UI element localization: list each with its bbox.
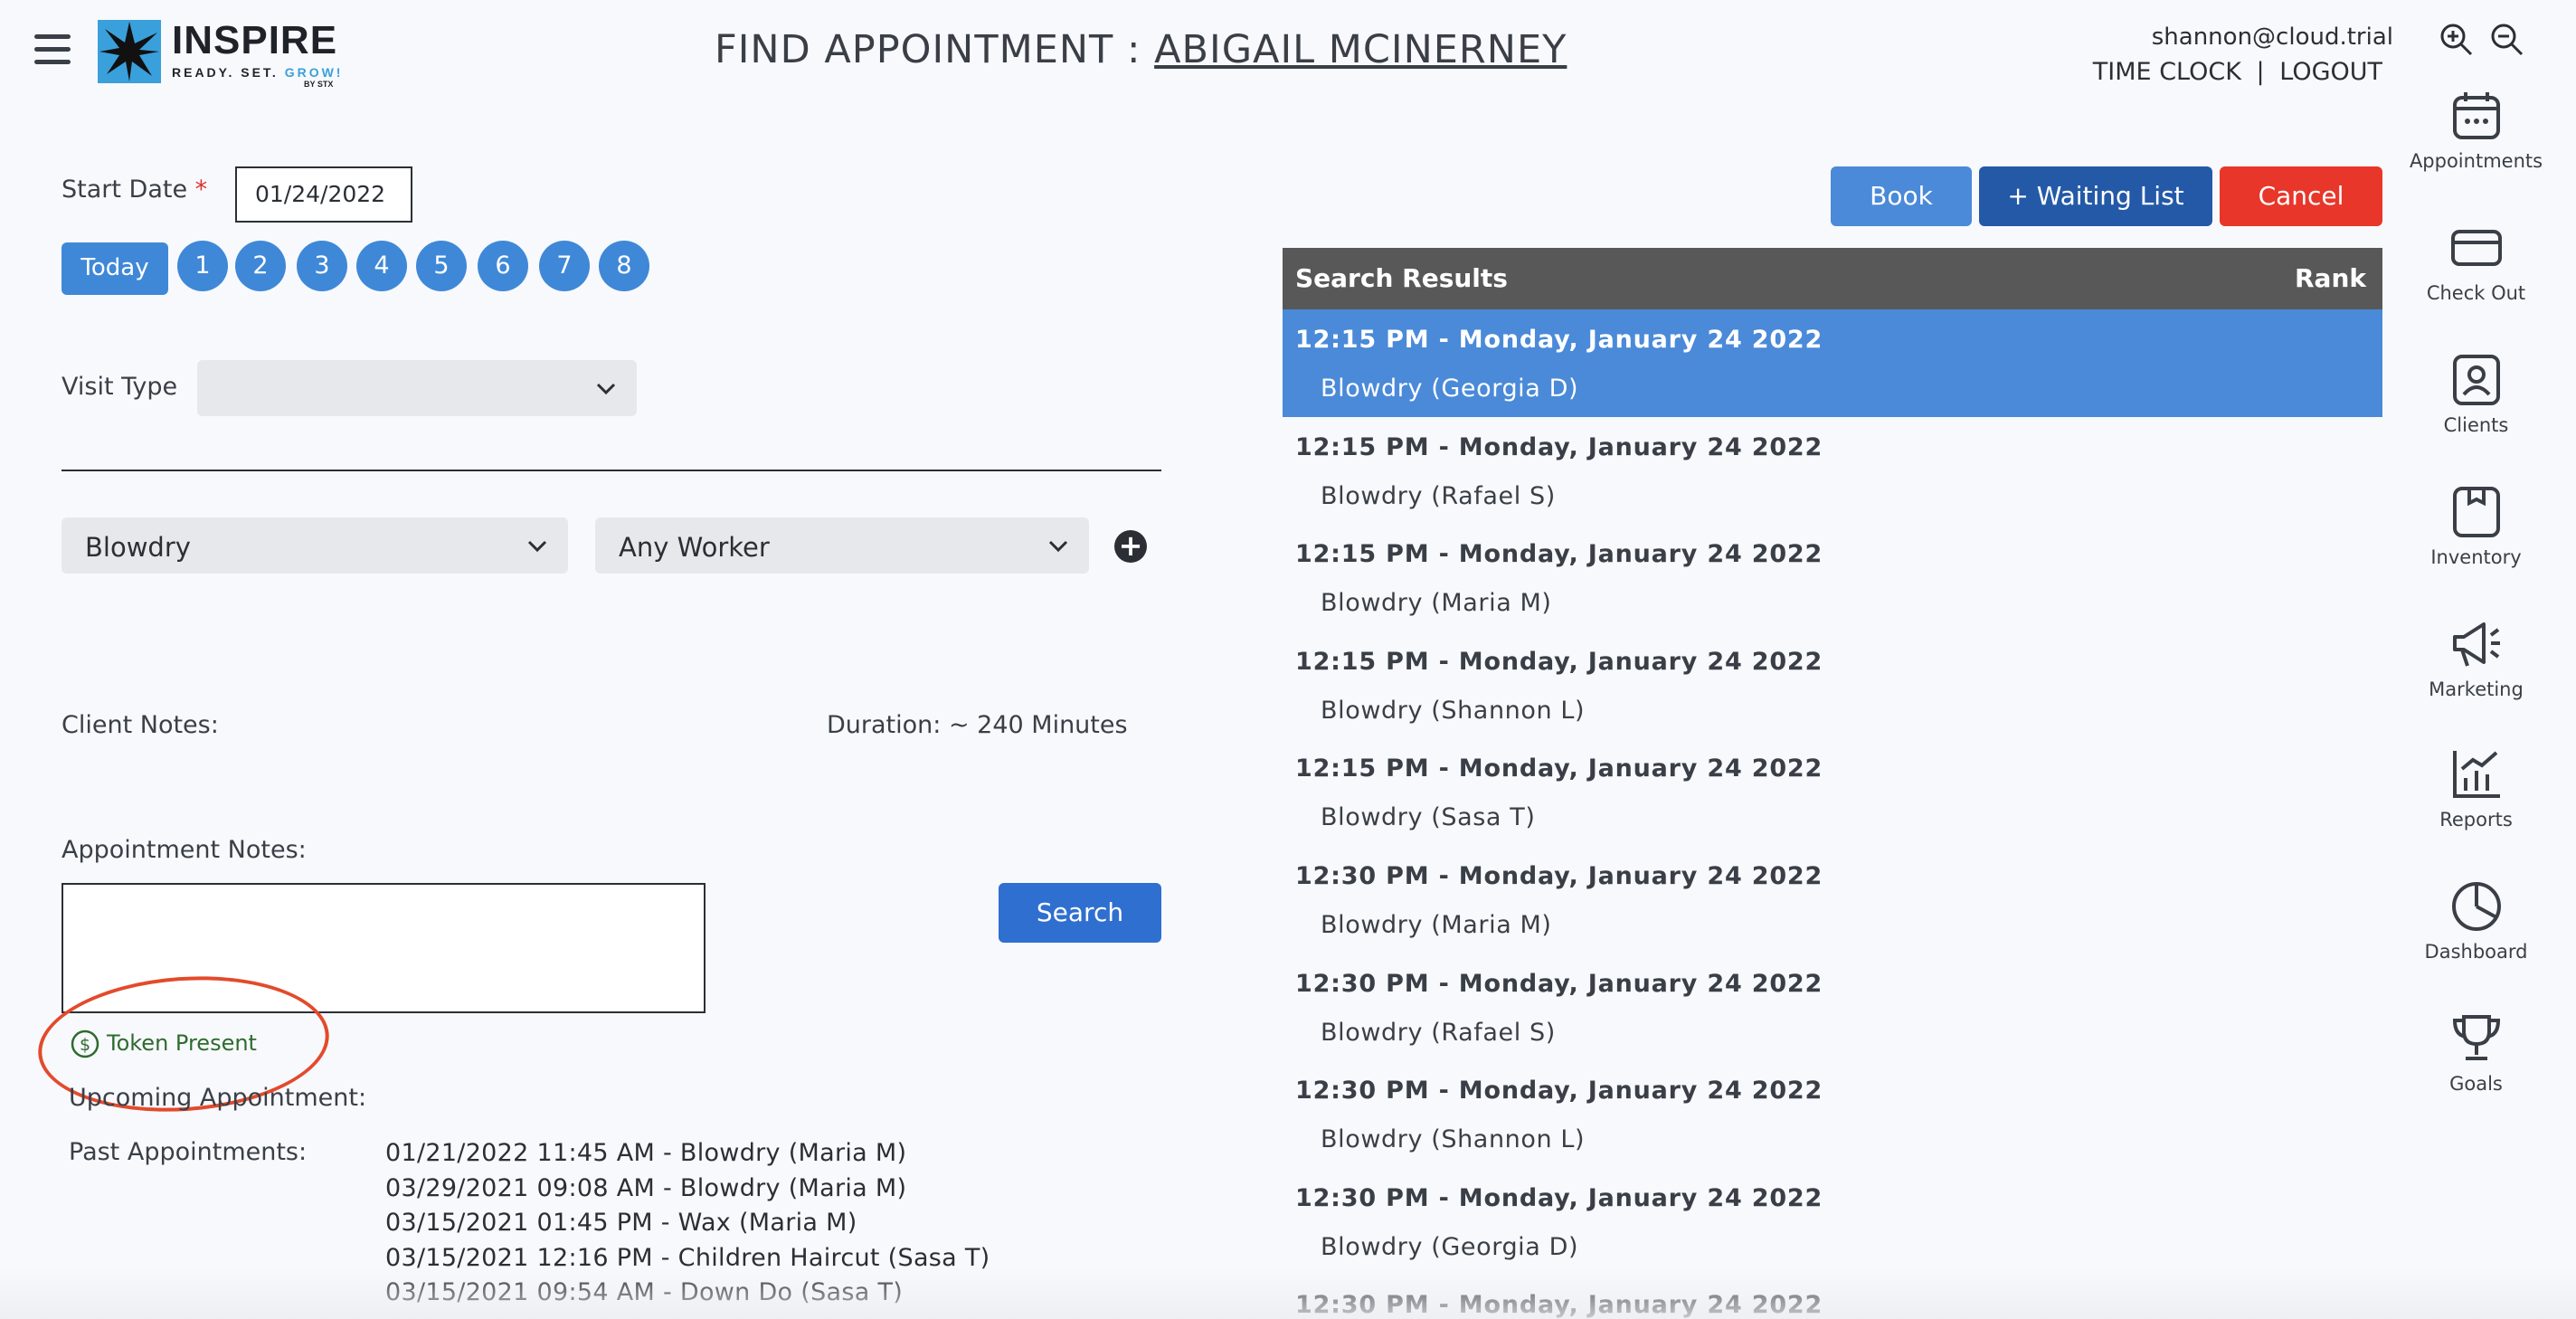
nav-label: Marketing [2429,678,2524,700]
results-title: Search Results [1295,263,1508,293]
time-clock-link[interactable]: TIME CLOCK [2093,58,2241,86]
results-list: 12:15 PM - Monday, January 24 2022 Blowdr… [1283,309,2382,1319]
client-icon [2452,355,2500,405]
pie-icon [2451,882,2501,931]
result-row[interactable]: 12:15 PM - Monday, January 24 2022 Blowdr… [1283,631,2382,739]
box-icon [2452,487,2500,537]
result-row[interactable]: 12:30 PM - Monday, January 24 2022 Blowdr… [1283,1168,2382,1276]
start-date-input[interactable]: 01/24/2022 [235,166,412,223]
nav-label: Goals [2449,1073,2503,1095]
nav-clients[interactable]: Clients [2406,353,2546,436]
header-links: TIME CLOCK | LOGOUT [2093,58,2382,86]
card-icon [2450,230,2502,266]
nav-check-out[interactable]: Check Out [2406,221,2546,304]
divider [62,470,1161,471]
client-name-link[interactable]: ABIGAIL MCINERNEY [1154,27,1567,72]
waiting-list-button[interactable]: + Waiting List [1979,166,2212,226]
results-header: Search Results Rank [1283,248,2382,309]
list-item: 03/29/2021 09:08 AM - Blowdry (Maria M) [385,1173,907,1202]
client-notes-label: Client Notes: [62,711,219,739]
nav-label: Inventory [2430,546,2522,568]
result-row[interactable]: 12:30 PM - Monday, January 24 2022 [1283,1275,2382,1319]
visit-type-label: Visit Type [62,373,178,401]
worker-value: Any Worker [619,532,770,563]
result-row[interactable]: 12:30 PM - Monday, January 24 2022 Blowdr… [1283,1060,2382,1168]
service-value: Blowdry [85,532,191,563]
nav-appointments[interactable]: Appointments [2406,89,2546,172]
trophy-icon [2452,1015,2500,1060]
nav-goals[interactable]: Goals [2406,1011,2546,1095]
result-row[interactable]: 12:15 PM - Monday, January 24 2022 Blowdr… [1283,738,2382,846]
logo-star-icon [98,20,161,83]
megaphone-icon [2452,622,2500,667]
list-item: 01/21/2022 11:45 AM - Blowdry (Maria M) [385,1139,907,1167]
chart-icon [2452,751,2500,798]
chevron-down-icon [527,540,547,553]
result-row[interactable]: 12:15 PM - Monday, January 24 2022 Blowdr… [1283,417,2382,525]
link-separator: | [2256,58,2265,86]
start-date-label: Start Date * [62,176,208,204]
service-select[interactable]: Blowdry [62,517,568,574]
day-button-1[interactable]: 1 [177,241,228,291]
page-title: FIND APPOINTMENT : ABIGAIL MCINERNEY [715,27,1567,72]
worker-select[interactable]: Any Worker [595,517,1089,574]
result-row[interactable]: 12:30 PM - Monday, January 24 2022 Blowdr… [1283,846,2382,954]
user-email: shannon@cloud.trial [2151,24,2393,51]
zoom-out-icon[interactable] [2489,22,2525,58]
add-service-button[interactable]: + [1114,530,1147,563]
day-button-3[interactable]: 3 [297,241,347,291]
duration-text: Duration: ~ 240 Minutes [827,711,1128,739]
logo-by: BY STX [304,80,334,89]
day-button-2[interactable]: 2 [235,241,286,291]
nav-label: Check Out [2426,282,2526,304]
upcoming-appointment-label: Upcoming Appointment: [69,1084,367,1112]
logo-name: INSPIRE [172,18,338,62]
nav-inventory[interactable]: Inventory [2406,485,2546,568]
list-item: 03/15/2021 12:16 PM - Children Haircut (… [385,1243,990,1272]
book-button[interactable]: Book [1831,166,1972,226]
search-button[interactable]: Search [999,883,1161,943]
zoom-in-icon[interactable] [2439,22,2475,58]
nav-label: Clients [2443,414,2509,436]
list-item: 03/15/2021 09:54 AM - Down Do (Sasa T) [385,1278,904,1306]
result-row[interactable]: 12:15 PM - Monday, January 24 2022 Blowdr… [1283,524,2382,631]
day-button-6[interactable]: 6 [478,241,528,291]
nav-dashboard[interactable]: Dashboard [2406,879,2546,963]
appointment-notes-label: Appointment Notes: [62,836,307,864]
nav-label: Appointments [2409,150,2543,172]
chevron-down-icon [596,383,616,395]
day-button-5[interactable]: 5 [416,241,467,291]
nav-reports[interactable]: Reports [2406,747,2546,830]
past-appointments-label: Past Appointments: [69,1138,308,1166]
visit-type-select[interactable] [197,360,637,416]
result-row[interactable]: 12:15 PM - Monday, January 24 2022 Blowdr… [1283,309,2382,417]
nav-label: Reports [2439,809,2513,830]
today-button[interactable]: Today [62,242,168,295]
cancel-button[interactable]: Cancel [2220,166,2382,226]
chevron-down-icon [1048,540,1068,553]
list-item: 03/15/2021 01:45 PM - Wax (Maria M) [385,1209,857,1237]
day-button-7[interactable]: 7 [539,241,590,291]
day-button-4[interactable]: 4 [356,241,407,291]
rank-header[interactable]: Rank [2295,263,2366,293]
past-appointments-list: 01/21/2022 11:45 AM - Blowdry (Maria M) … [385,1136,990,1311]
nav-marketing[interactable]: Marketing [2406,617,2546,700]
logout-link[interactable]: LOGOUT [2279,58,2382,86]
calendar-icon [2452,92,2500,139]
result-row[interactable]: 12:30 PM - Monday, January 24 2022 Blowdr… [1283,954,2382,1061]
logo-tagline: READY. SET. GROW! [172,65,344,80]
day-button-8[interactable]: 8 [599,241,649,291]
nav-label: Dashboard [2424,941,2528,963]
menu-icon[interactable] [34,34,71,65]
